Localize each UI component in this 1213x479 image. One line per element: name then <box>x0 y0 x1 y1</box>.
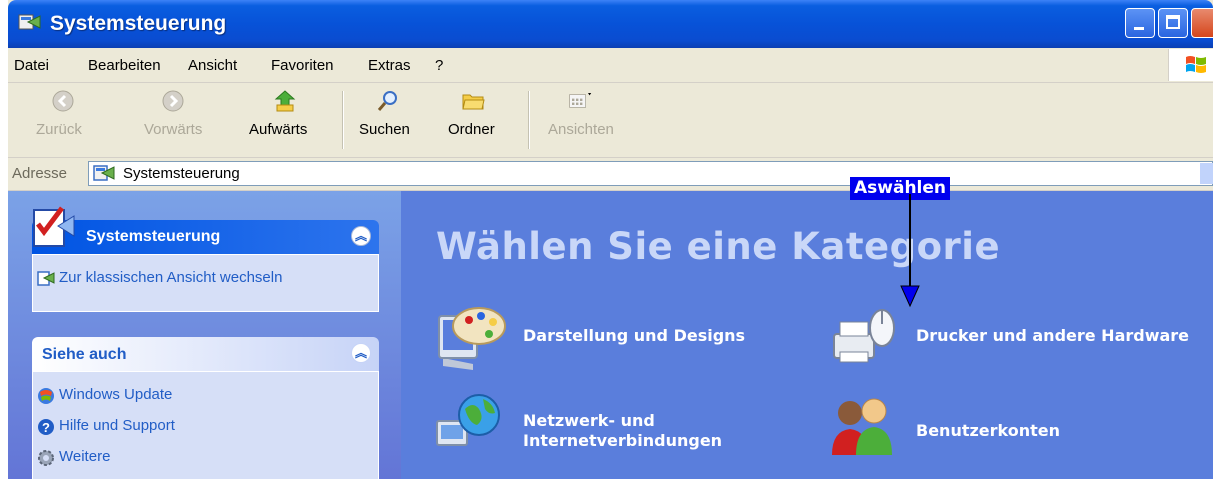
control-panel-window: Systemsteuerung Datei Bearbeiten Ansicht… <box>8 0 1213 479</box>
link-windows-update[interactable]: Windows Update <box>59 386 172 403</box>
toolbar: Zurück Vorwärts Aufwärts Suchen Ordner A… <box>8 83 1213 158</box>
collapse-icon[interactable]: ︽ <box>351 226 371 246</box>
svg-text:?: ? <box>42 420 50 435</box>
link-classic-view[interactable]: Zur klassischen Ansicht wechseln <box>59 269 282 286</box>
panel-header-siehe-auch[interactable]: Siehe auch ︽ <box>32 337 379 371</box>
category-view: Wählen Sie eine Kategorie Darstellung un… <box>401 191 1213 479</box>
search-icon <box>377 91 397 111</box>
back-arrow-icon <box>52 90 74 112</box>
address-bar: Adresse Systemsteuerung <box>8 158 1213 191</box>
views-label: Ansichten <box>548 121 614 138</box>
search-button[interactable]: Suchen <box>353 83 423 157</box>
folder-icon <box>462 94 485 110</box>
category-label: Darstellung und Designs <box>523 326 746 345</box>
address-dropdown-button[interactable] <box>1200 163 1213 184</box>
address-label: Adresse <box>12 165 68 182</box>
folder-up-icon <box>274 90 296 112</box>
collapse-icon[interactable]: ︽ <box>351 343 371 363</box>
printer-mouse-icon <box>833 309 895 363</box>
title-bar[interactable]: Systemsteuerung <box>8 0 1213 48</box>
views-grid-icon <box>569 93 592 108</box>
display-palette-icon <box>438 307 506 370</box>
close-button[interactable] <box>1191 8 1213 38</box>
control-panel-icon <box>18 14 41 30</box>
menu-favoriten[interactable]: Favoriten <box>271 57 334 74</box>
maximize-button[interactable] <box>1158 8 1188 38</box>
category-printers-hardware[interactable]: Drucker und andere Hardware <box>826 302 1206 374</box>
menu-bearbeiten[interactable]: Bearbeiten <box>88 57 161 74</box>
panel-header-systemsteuerung[interactable]: Systemsteuerung ︽ <box>32 206 379 254</box>
minimize-button[interactable] <box>1125 8 1155 38</box>
folders-button[interactable]: Ordner <box>433 83 513 157</box>
panel-title: Siehe auch <box>42 346 127 363</box>
menu-extras[interactable]: Extras <box>368 57 411 74</box>
help-icon: ? <box>38 419 54 435</box>
forward-arrow-icon <box>162 90 184 112</box>
users-icon <box>832 398 892 455</box>
annotation-arrow-icon <box>900 194 920 308</box>
category-appearance[interactable]: Darstellung und Designs <box>433 302 745 374</box>
folders-label: Ordner <box>448 121 495 138</box>
classic-view-icon <box>37 271 55 286</box>
up-label: Aufwärts <box>249 121 308 138</box>
category-label-line1: Netzwerk- und <box>523 411 655 430</box>
menu-ansicht[interactable]: Ansicht <box>188 57 237 74</box>
category-label: Benutzerkonten <box>916 421 1061 440</box>
category-label: Drucker und andere Hardware <box>916 326 1190 345</box>
menu-help[interactable]: ? <box>435 57 443 74</box>
menu-bar: Datei Bearbeiten Ansicht Favoriten Extra… <box>8 48 1213 83</box>
address-input[interactable]: Systemsteuerung <box>88 161 1213 186</box>
panel-title: Systemsteuerung <box>86 228 221 245</box>
forward-button[interactable]: Vorwärts <box>133 83 213 157</box>
views-button[interactable]: Ansichten <box>538 83 628 157</box>
task-pane: Systemsteuerung ︽ Zur klassischen Ansich… <box>8 191 401 479</box>
control-panel-checklist-icon <box>33 206 75 247</box>
panel-body-systemsteuerung: Zur klassischen Ansicht wechseln <box>32 254 379 312</box>
address-value: Systemsteuerung <box>123 165 240 182</box>
link-help-support[interactable]: Hilfe und Support <box>59 417 175 434</box>
link-more[interactable]: Weitere <box>59 448 110 465</box>
windows-update-icon <box>38 388 54 404</box>
search-label: Suchen <box>359 121 410 138</box>
window-title: Systemsteuerung <box>50 12 227 35</box>
toolbar-separator <box>528 91 530 149</box>
panel-body-siehe-auch: Windows Update ? Hilfe und Support Weite… <box>32 371 379 479</box>
network-globe-icon <box>436 394 500 446</box>
category-user-accounts[interactable]: Benutzerkonten <box>826 391 1126 471</box>
back-label: Zurück <box>36 121 82 138</box>
windows-flag-icon <box>1186 56 1206 73</box>
toolbar-separator <box>342 91 344 149</box>
category-network-internet[interactable]: Netzwerk- und Internetverbindungen <box>433 391 753 471</box>
windows-logo <box>1168 49 1213 81</box>
gear-icon <box>38 450 54 466</box>
forward-label: Vorwärts <box>144 121 203 138</box>
control-panel-icon <box>93 165 115 181</box>
menu-datei[interactable]: Datei <box>14 57 49 74</box>
category-label-line2: Internetverbindungen <box>523 431 723 450</box>
back-button[interactable]: Zurück <box>28 83 98 157</box>
up-button[interactable]: Aufwärts <box>243 83 333 157</box>
